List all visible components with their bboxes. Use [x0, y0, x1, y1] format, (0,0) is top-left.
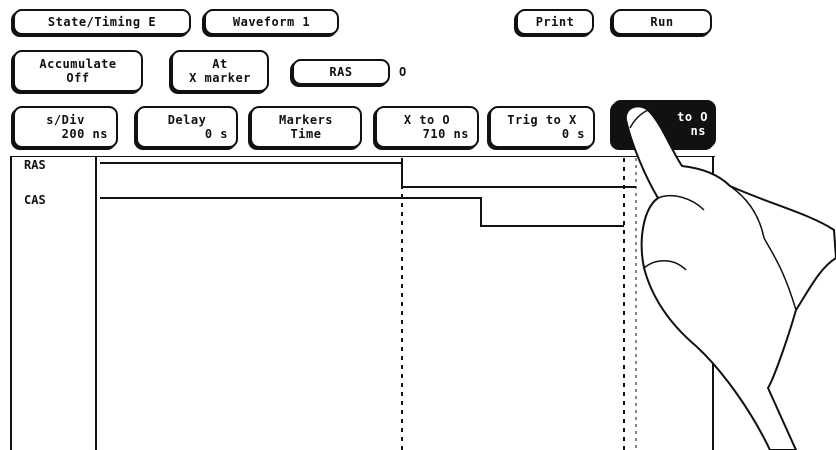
s-div-value: 200 ns: [61, 127, 108, 141]
x-to-o-value: 710 ns: [422, 127, 469, 141]
delay-button[interactable]: Delay 0 s: [136, 106, 238, 148]
x-to-o-title: X to O: [403, 113, 451, 127]
o-indicator: O: [399, 65, 407, 79]
at-value: X marker: [189, 71, 251, 85]
waveform-label-ras[interactable]: RAS: [24, 158, 46, 172]
trig-to-x-value: 0 s: [561, 127, 585, 141]
cas-waveform: [100, 197, 624, 227]
delay-value: 0 s: [204, 127, 228, 141]
trig-to-x-button[interactable]: Trig to X 0 s: [489, 106, 595, 148]
markers-value: Time: [290, 127, 322, 141]
accumulate-title: Accumulate: [39, 57, 117, 71]
run-label: Run: [650, 15, 674, 29]
label-field-button[interactable]: RAS: [292, 59, 390, 85]
at-title: At: [212, 57, 228, 71]
accumulate-value: Off: [66, 71, 90, 85]
ras-waveform: [100, 162, 636, 188]
x-to-o-button[interactable]: X to O 710 ns: [375, 106, 479, 148]
print-label: Print: [535, 15, 575, 29]
markers-title: Markers: [278, 113, 334, 127]
waveform-label-cas[interactable]: CAS: [24, 193, 46, 207]
s-div-title: s/Div: [46, 113, 85, 127]
print-button[interactable]: Print: [516, 9, 594, 35]
delay-title: Delay: [167, 113, 207, 127]
label-field-value: RAS: [329, 65, 353, 79]
at-marker-button[interactable]: At X marker: [171, 50, 269, 92]
waveform-label: Waveform 1: [232, 15, 311, 29]
accumulate-button[interactable]: Accumulate Off: [13, 50, 143, 92]
state-timing-label: State/Timing E: [47, 15, 157, 29]
waveform-menu-button[interactable]: Waveform 1: [204, 9, 339, 35]
s-div-button[interactable]: s/Div 200 ns: [13, 106, 118, 148]
markers-button[interactable]: Markers Time: [250, 106, 362, 148]
trig-to-x-title: Trig to X: [507, 113, 577, 127]
state-timing-menu-button[interactable]: State/Timing E: [13, 9, 191, 35]
run-button[interactable]: Run: [612, 9, 712, 35]
pointing-hand-icon: [624, 105, 836, 450]
